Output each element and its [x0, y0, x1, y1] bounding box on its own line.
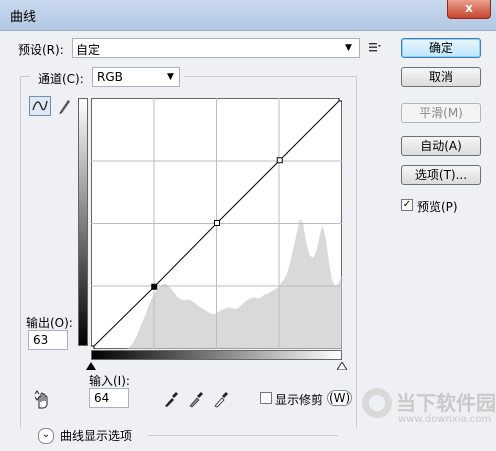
target-adjust-hand-icon[interactable]	[33, 390, 53, 410]
curve-graph[interactable]	[91, 98, 342, 349]
input-value: 64	[94, 391, 110, 405]
input-field[interactable]: 64	[89, 388, 129, 408]
curve-point	[213, 220, 220, 227]
pencil-icon[interactable]	[56, 97, 72, 115]
close-button[interactable]: x	[447, 0, 491, 19]
preset-options-icon[interactable]	[368, 41, 382, 53]
curve-point	[338, 98, 342, 102]
curve-point	[91, 345, 95, 349]
curve-display-options-label[interactable]: 曲线显示选项	[60, 427, 132, 444]
cancel-button[interactable]: 取消	[401, 67, 481, 87]
expand-chevron-icon[interactable]: ⌄	[38, 428, 54, 444]
group-border-right	[184, 76, 356, 77]
input-label: 输入(I):	[89, 374, 130, 388]
curve-point-selected	[151, 283, 158, 290]
group-border-side-right	[356, 76, 357, 428]
smooth-button[interactable]: 平滑(M)	[401, 103, 481, 123]
dialog-title: 曲线	[10, 10, 37, 25]
auto-button[interactable]: 自动(A)	[401, 136, 481, 156]
title-bar: 曲线 x	[0, 0, 496, 31]
options-button[interactable]: 选项(T)...	[401, 165, 481, 185]
channel-dropdown[interactable]: RGB ▼	[92, 67, 180, 87]
show-clipping-label: 显示修剪	[275, 393, 324, 407]
watermark-logo-icon	[362, 388, 392, 418]
black-eyedropper-icon[interactable]	[162, 390, 180, 408]
chevron-down-icon: ▼	[345, 43, 352, 53]
curve-point	[276, 157, 283, 164]
group-border-left	[20, 76, 30, 77]
white-point-slider[interactable]	[337, 362, 347, 370]
preview-label: 预览(P)	[417, 200, 458, 214]
input-gradient-bar	[91, 350, 342, 360]
output-gradient-bar	[78, 98, 88, 346]
chevron-down-icon: ▼	[167, 72, 174, 82]
ok-button[interactable]: 确定	[401, 38, 481, 58]
preset-dropdown[interactable]: 自定 ▼	[72, 38, 360, 58]
show-clipping-shortcut: (W)	[327, 390, 353, 406]
group-border-side	[20, 76, 21, 428]
preview-checkbox[interactable]: ✓	[401, 199, 413, 211]
preset-value: 自定	[76, 43, 101, 57]
preset-label: 预设(R):	[18, 43, 64, 57]
channel-label: 通道(C):	[38, 72, 84, 86]
curve-tool-button[interactable]	[29, 96, 51, 116]
channel-value: RGB	[97, 70, 123, 84]
show-clipping-checkbox[interactable]	[260, 392, 272, 404]
watermark-text: 当下软件园	[396, 391, 496, 415]
white-eyedropper-icon[interactable]	[212, 390, 230, 408]
black-point-slider[interactable]	[86, 362, 96, 370]
output-label: 输出(O):	[26, 316, 73, 330]
curve-point-icon	[32, 100, 48, 111]
output-value: 63	[33, 333, 49, 347]
gray-eyedropper-icon[interactable]	[187, 390, 205, 408]
watermark-url: www.downxia.com	[398, 414, 492, 425]
output-field[interactable]: 63	[28, 330, 68, 350]
options-divider	[148, 435, 338, 436]
